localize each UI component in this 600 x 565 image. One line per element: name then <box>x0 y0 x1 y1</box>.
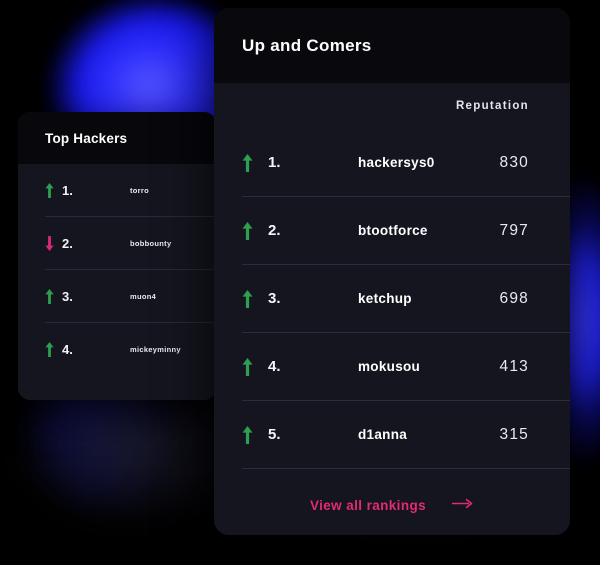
trend-up-icon <box>242 221 268 240</box>
reputation-column-header: Reputation <box>455 100 529 112</box>
list-item[interactable]: 2. bobbounty <box>45 216 216 269</box>
reputation-score: 413 <box>499 357 529 375</box>
arrow-right-icon <box>452 496 474 514</box>
trend-up-icon <box>242 153 268 172</box>
screenshot-stage: Top Hackers 1. torro 2. bobbounty 3. muo… <box>0 0 600 565</box>
top-hackers-list: 1. torro 2. bobbounty 3. muon4 4. mickey… <box>18 164 216 375</box>
view-all-rankings-link[interactable]: View all rankings <box>242 468 570 535</box>
trend-up-icon <box>45 341 62 357</box>
view-all-rankings-label: View all rankings <box>309 497 427 513</box>
username: ketchup <box>358 291 412 306</box>
table-row[interactable]: 5. d1anna 315 <box>242 400 570 468</box>
table-row[interactable]: 1. hackersys0 830 <box>242 129 570 196</box>
reputation-score: 797 <box>499 221 529 239</box>
top-hackers-header: Top Hackers <box>18 112 216 164</box>
username: bobbounty <box>130 238 172 248</box>
reputation-score: 830 <box>499 153 529 171</box>
up-and-comers-title: Up and Comers <box>242 35 372 55</box>
top-hackers-card: Top Hackers 1. torro 2. bobbounty 3. muo… <box>18 112 216 400</box>
username: hackersys0 <box>358 155 435 170</box>
rank-number: 3. <box>62 288 73 304</box>
username: mickeyminny <box>130 344 181 354</box>
table-row[interactable]: 4. mokusou 413 <box>242 332 570 400</box>
username: mokusou <box>358 359 421 374</box>
username: btootforce <box>358 223 428 238</box>
rank-number: 3. <box>268 290 281 307</box>
trend-up-icon <box>242 425 268 444</box>
rank-number: 2. <box>268 222 281 239</box>
table-row[interactable]: 3. ketchup 698 <box>242 264 570 332</box>
column-header-row: Reputation <box>214 83 570 129</box>
rank-number: 5. <box>268 426 281 443</box>
top-hackers-title: Top Hackers <box>45 130 128 146</box>
username: muon4 <box>130 291 157 301</box>
trend-up-icon <box>242 289 268 308</box>
rank-number: 1. <box>268 154 281 171</box>
rank-number: 4. <box>62 341 73 357</box>
rank-number: 1. <box>62 182 73 198</box>
list-item[interactable]: 3. muon4 <box>45 269 216 322</box>
up-and-comers-list: 1. hackersys0 830 2. btootforce 797 3. k… <box>214 129 570 468</box>
list-item[interactable]: 4. mickeyminny <box>45 322 216 375</box>
username: d1anna <box>358 427 408 442</box>
trend-up-icon <box>45 182 62 198</box>
trend-down-icon <box>45 235 62 251</box>
username: torro <box>130 185 149 195</box>
reputation-score: 315 <box>499 425 529 443</box>
trend-up-icon <box>242 357 268 376</box>
trend-up-icon <box>45 288 62 304</box>
up-and-comers-card: Up and Comers Reputation 1. hackersys0 8… <box>214 8 570 535</box>
list-item[interactable]: 1. torro <box>45 164 216 216</box>
rank-number: 2. <box>62 235 73 251</box>
table-row[interactable]: 2. btootforce 797 <box>242 196 570 264</box>
rank-number: 4. <box>268 358 281 375</box>
up-and-comers-header: Up and Comers <box>214 8 570 83</box>
reputation-score: 698 <box>499 289 529 307</box>
